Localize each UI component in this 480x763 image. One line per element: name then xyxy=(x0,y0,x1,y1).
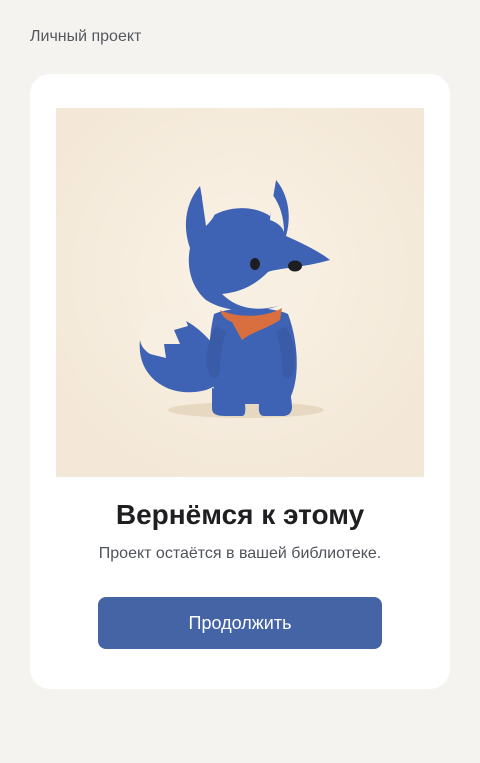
dialog-title: Вернёмся к этому xyxy=(115,499,365,530)
fox-mascot-icon xyxy=(56,108,424,477)
continue-button[interactable]: Продолжить xyxy=(98,597,382,649)
context-label: Личный проект xyxy=(30,28,142,45)
dialog-message: Проект остаётся в вашей библиотеке. xyxy=(98,545,382,562)
dialog-card: Вернёмся к этому Проект остаётся в вашей… xyxy=(30,74,450,689)
illustration xyxy=(56,108,424,477)
